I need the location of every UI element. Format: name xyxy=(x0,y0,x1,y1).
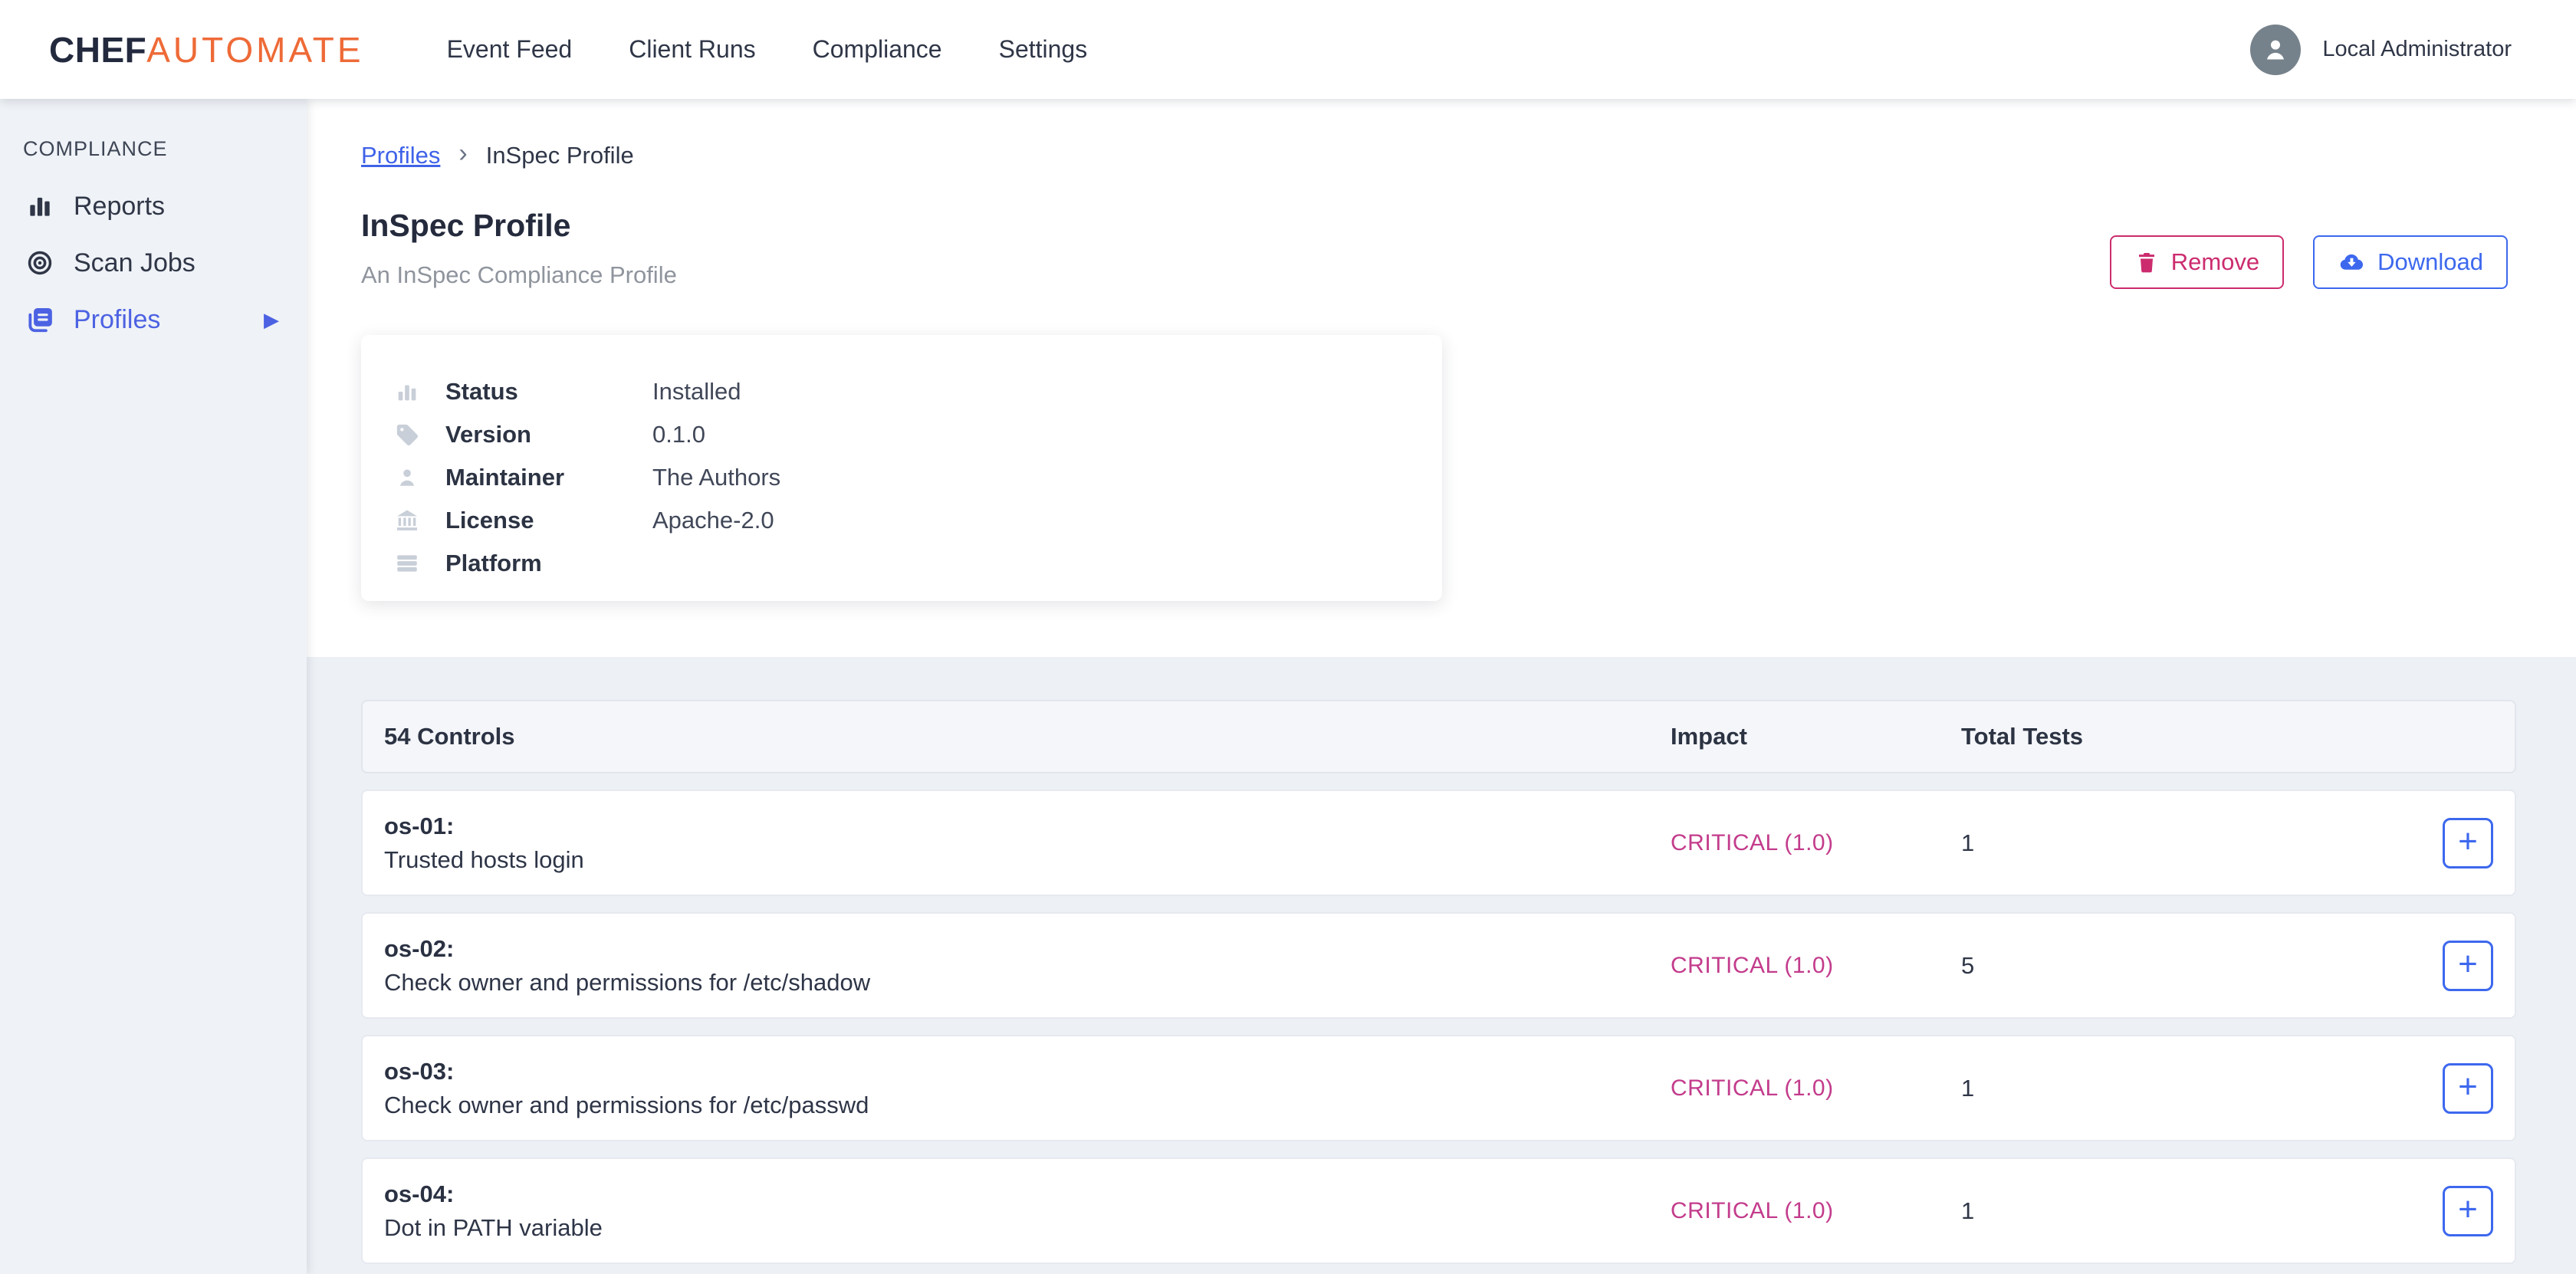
page-actions: Remove Download xyxy=(2110,235,2508,289)
main-content: Profiles › InSpec Profile InSpec Profile… xyxy=(307,99,2576,1274)
sidebar-section-title: COMPLIANCE xyxy=(23,137,307,161)
control-id: os-03: xyxy=(384,1055,1671,1088)
tag-icon xyxy=(390,422,424,448)
detail-row-platform: Platform xyxy=(361,542,1442,585)
control-row-os-02: os-02: Check owner and permissions for /… xyxy=(361,912,2516,1019)
control-total-tests: 5 xyxy=(1961,952,2423,980)
expand-control-button[interactable]: + xyxy=(2443,1186,2493,1236)
page-subtitle: An InSpec Compliance Profile xyxy=(361,261,677,289)
detail-row-maintainer: Maintainer The Authors xyxy=(361,456,1442,499)
controls-table-header: 54 Controls Impact Total Tests xyxy=(361,700,2516,773)
control-row-os-03: os-03: Check owner and permissions for /… xyxy=(361,1035,2516,1141)
control-total-tests: 1 xyxy=(1961,829,2423,857)
control-impact: CRITICAL (1.0) xyxy=(1671,1075,1961,1102)
detail-label: License xyxy=(445,507,652,534)
bar-chart-icon xyxy=(390,379,424,405)
sidebar-item-reports[interactable]: Reports xyxy=(0,178,307,235)
expand-control-button[interactable]: + xyxy=(2443,1063,2493,1114)
control-id: os-01: xyxy=(384,809,1671,843)
sidebar-item-label: Profiles xyxy=(74,305,160,335)
control-total-tests: 1 xyxy=(1961,1197,2423,1225)
plus-icon: + xyxy=(2458,1193,2478,1226)
sidebar-item-profiles[interactable]: Profiles ▶ xyxy=(0,291,307,348)
detail-label: Version xyxy=(445,421,652,448)
detail-label: Platform xyxy=(445,550,652,577)
page-title: InSpec Profile xyxy=(361,208,570,244)
list-icon xyxy=(390,550,424,576)
controls-table: 54 Controls Impact Total Tests os-01: Tr… xyxy=(361,700,2516,1264)
documents-icon xyxy=(23,305,57,334)
detail-row-status: Status Installed xyxy=(361,370,1442,413)
trash-icon xyxy=(2134,250,2159,274)
detail-value: Apache-2.0 xyxy=(652,507,774,534)
control-id: os-04: xyxy=(384,1177,1671,1211)
sidebar-item-label: Reports xyxy=(74,192,165,222)
profile-details-card: Status Installed Version 0.1.0 Maintaine… xyxy=(361,335,1442,601)
remove-button[interactable]: Remove xyxy=(2110,235,2284,289)
person-icon xyxy=(390,465,424,491)
top-navigation: CHEFAUTOMATE Event Feed Client Runs Comp… xyxy=(0,0,2576,99)
detail-row-version: Version 0.1.0 xyxy=(361,413,1442,456)
control-id: os-02: xyxy=(384,932,1671,966)
detail-value: Installed xyxy=(652,378,741,406)
main-nav: Event Feed Client Runs Compliance Settin… xyxy=(447,35,1088,64)
column-impact: Impact xyxy=(1671,723,1961,750)
control-impact: CRITICAL (1.0) xyxy=(1671,830,1961,856)
breadcrumb: Profiles › InSpec Profile xyxy=(361,142,634,169)
detail-value: 0.1.0 xyxy=(652,421,705,448)
control-row-os-01: os-01: Trusted hosts login CRITICAL (1.0… xyxy=(361,790,2516,896)
chef-automate-logo[interactable]: CHEFAUTOMATE xyxy=(49,29,364,71)
plus-icon: + xyxy=(2458,947,2478,981)
column-total-tests: Total Tests xyxy=(1961,723,2423,750)
nav-event-feed[interactable]: Event Feed xyxy=(447,35,573,64)
nav-client-runs[interactable]: Client Runs xyxy=(629,35,755,64)
detail-value: The Authors xyxy=(652,464,780,491)
plus-icon: + xyxy=(2458,825,2478,859)
radar-icon xyxy=(23,248,57,277)
breadcrumb-profiles-link[interactable]: Profiles xyxy=(361,142,440,169)
control-total-tests: 1 xyxy=(1961,1075,2423,1102)
sidebar: COMPLIANCE Reports Scan Jobs Profiles ▶ xyxy=(0,99,307,1274)
control-title: Trusted hosts login xyxy=(384,843,1671,877)
bar-chart-icon xyxy=(23,192,57,221)
logo-automate-text: AUTOMATE xyxy=(146,30,363,70)
controls-section: 54 Controls Impact Total Tests os-01: Tr… xyxy=(307,657,2576,1274)
expand-control-button[interactable]: + xyxy=(2443,818,2493,868)
detail-label: Maintainer xyxy=(445,464,652,491)
sidebar-item-scan-jobs[interactable]: Scan Jobs xyxy=(0,235,307,291)
control-title: Check owner and permissions for /etc/pas… xyxy=(384,1088,1671,1122)
user-menu[interactable]: Local Administrator xyxy=(2250,25,2512,75)
bank-icon xyxy=(390,507,424,534)
cloud-download-icon xyxy=(2338,248,2365,276)
remove-button-label: Remove xyxy=(2171,248,2259,276)
expand-control-button[interactable]: + xyxy=(2443,941,2493,991)
user-name: Local Administrator xyxy=(2322,37,2512,62)
control-title: Check owner and permissions for /etc/sha… xyxy=(384,966,1671,1000)
breadcrumb-chevron-icon: › xyxy=(458,140,467,166)
control-row-os-04: os-04: Dot in PATH variable CRITICAL (1.… xyxy=(361,1157,2516,1264)
control-impact: CRITICAL (1.0) xyxy=(1671,953,1961,979)
download-button-label: Download xyxy=(2377,248,2483,276)
control-title: Dot in PATH variable xyxy=(384,1211,1671,1245)
plus-icon: + xyxy=(2458,1070,2478,1104)
breadcrumb-current: InSpec Profile xyxy=(486,142,634,169)
nav-settings[interactable]: Settings xyxy=(999,35,1088,64)
chevron-right-icon[interactable]: ▶ xyxy=(264,308,279,332)
column-controls: 54 Controls xyxy=(363,723,1671,750)
control-impact: CRITICAL (1.0) xyxy=(1671,1198,1961,1224)
detail-label: Status xyxy=(445,378,652,406)
nav-compliance[interactable]: Compliance xyxy=(813,35,942,64)
detail-row-license: License Apache-2.0 xyxy=(361,499,1442,542)
download-button[interactable]: Download xyxy=(2313,235,2508,289)
logo-chef-text: CHEF xyxy=(49,30,146,70)
user-avatar-icon xyxy=(2250,25,2301,75)
sidebar-item-label: Scan Jobs xyxy=(74,248,196,278)
